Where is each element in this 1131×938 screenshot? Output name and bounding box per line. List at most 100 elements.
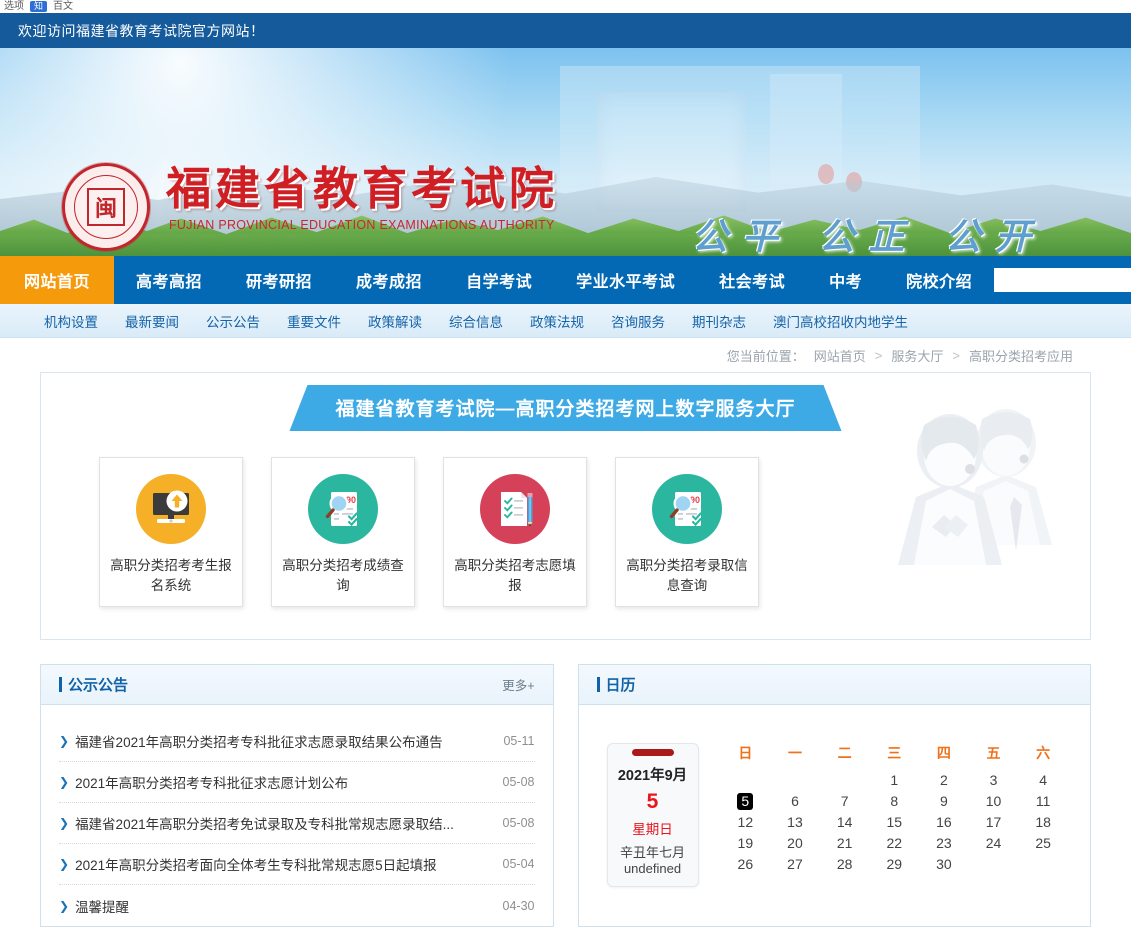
official-seal-icon: 闽 (62, 163, 150, 251)
calendar-weekday-name: 星期日 (612, 818, 694, 838)
calendar-day-cell[interactable]: 8 (869, 791, 919, 812)
list-item[interactable]: ❯ 2021年高职分类招考面向全体考生专科批常规志愿5日起填报 05-04 (59, 844, 535, 885)
nav-item-shehui[interactable]: 社会考试 (697, 256, 807, 304)
calendar-day-cell[interactable]: 5 (721, 791, 771, 812)
calendar-day-cell[interactable]: 11 (1018, 791, 1068, 812)
subnav-item-gonggao[interactable]: 公示公告 (206, 311, 260, 331)
list-item[interactable]: ❯ 温馨提醒 04-30 (59, 885, 535, 926)
nav-item-xueye[interactable]: 学业水平考试 (554, 256, 697, 304)
calendar-day-cell[interactable]: 26 (721, 854, 771, 875)
score-search-icon: 90 (652, 474, 722, 544)
nav-item-gaokao[interactable]: 高考高招 (114, 256, 224, 304)
list-item[interactable]: ❯ 2021年高职分类招考专科批征求志愿计划公布 05-08 (59, 762, 535, 803)
calendar-day-cell[interactable]: 23 (919, 833, 969, 854)
nav-item-yuanxiao[interactable]: 院校介绍 (884, 256, 994, 304)
subnav-item-jiedu[interactable]: 政策解读 (368, 311, 422, 331)
calendar-day-cell[interactable]: 25 (1018, 833, 1068, 854)
nav-item-zhongkao[interactable]: 中考 (807, 256, 884, 304)
list-item[interactable]: ❯ 福建省2021年高职分类招考专科批征求志愿录取结果公布通告 05-11 (59, 721, 535, 762)
service-card-admission-query[interactable]: 90 高职分类招考录取信息查询 (615, 457, 759, 607)
calendar-day-cell[interactable]: 12 (721, 812, 771, 833)
calendar-weekday-sat: 六 (1018, 743, 1068, 770)
breadcrumb-item-current: 高职分类招考应用 (969, 346, 1073, 365)
calendar-day-cell[interactable]: 18 (1018, 812, 1068, 833)
service-card-score-query[interactable]: 90 高职分类招考成绩查询 (271, 457, 415, 607)
bottom-panels: 公示公告 更多+ ❯ 福建省2021年高职分类招考专科批征求志愿录取结果公布通告… (40, 664, 1091, 927)
calendar-day-cell[interactable]: 24 (969, 833, 1019, 854)
calendar-day-cell[interactable]: 3 (969, 770, 1019, 791)
search-area (994, 256, 1131, 304)
subnav-item-yaowen[interactable]: 最新要闻 (125, 311, 179, 331)
announcement-title: 温馨提醒 (75, 896, 129, 916)
calendar-day-cell[interactable]: 10 (969, 791, 1019, 812)
calendar-weekday-tue: 二 (820, 743, 870, 770)
subnav-item-qikan[interactable]: 期刊杂志 (692, 311, 746, 331)
search-input[interactable] (994, 268, 1131, 292)
announcement-date: 05-08 (491, 775, 535, 789)
subnav-item-fagui[interactable]: 政策法规 (530, 311, 584, 331)
subnav-item-zixun[interactable]: 咨询服务 (611, 311, 665, 331)
subnav-item-zonghe[interactable]: 综合信息 (449, 311, 503, 331)
calendar-day-cell[interactable]: 7 (820, 791, 870, 812)
calendar-day-empty (770, 770, 820, 791)
announcement-title: 2021年高职分类招考面向全体考生专科批常规志愿5日起填报 (75, 854, 437, 874)
nav-item-home[interactable]: 网站首页 (0, 256, 114, 304)
hall-title-wrap: 福建省教育考试院—高职分类招考网上数字服务大厅 (41, 385, 1090, 431)
site-logo[interactable]: 闽 福建省教育考试院 FUJIAN PROVINCIAL EDUCATION E… (62, 163, 558, 251)
calendar-weekday-sun: 日 (721, 743, 771, 770)
site-header-banner: 闽 福建省教育考试院 FUJIAN PROVINCIAL EDUCATION E… (0, 48, 1131, 256)
calendar-day-cell[interactable]: 20 (770, 833, 820, 854)
title-accent-bar (59, 677, 62, 692)
calendar-day-cell[interactable]: 27 (770, 854, 820, 875)
site-title-cn: 福建省教育考试院 (166, 165, 558, 212)
calendar-day-cell[interactable]: 17 (969, 812, 1019, 833)
calendar-weekday-mon: 一 (770, 743, 820, 770)
ime-badge[interactable]: 知 (30, 1, 47, 12)
calendar-day-cell[interactable]: 2 (919, 770, 969, 791)
calendar-grid: 日 一 二 三 四 五 六 12345678910111213141516171… (721, 743, 1091, 887)
announcement-title: 福建省2021年高职分类招考专科批征求志愿录取结果公布通告 (75, 731, 443, 751)
upload-monitor-icon (136, 474, 206, 544)
nav-item-chengkao[interactable]: 成考成招 (334, 256, 444, 304)
calendar-week-row: 12131415161718 (721, 812, 1069, 833)
breadcrumb-item-hall[interactable]: 服务大厅 (891, 346, 943, 365)
calendar-day-cell[interactable]: 19 (721, 833, 771, 854)
calendar-day-cell[interactable]: 1 (869, 770, 919, 791)
title-accent-bar (597, 677, 600, 692)
calendar-day-cell[interactable]: 22 (869, 833, 919, 854)
announcement-title: 福建省2021年高职分类招考免试录取及专科批常规志愿录取结... (75, 813, 454, 833)
nav-item-zixue[interactable]: 自学考试 (444, 256, 554, 304)
announcements-panel: 公示公告 更多+ ❯ 福建省2021年高职分类招考专科批征求志愿录取结果公布通告… (40, 664, 554, 927)
calendar-day-cell[interactable]: 28 (820, 854, 870, 875)
service-card-volunteer-fill[interactable]: 高职分类招考志愿填报 (443, 457, 587, 607)
browser-menu-label[interactable]: 选项 (4, 1, 24, 13)
calendar-day-cell[interactable]: 16 (919, 812, 969, 833)
calendar-today-card: 2021年9月 5 星期日 辛丑年七月 undefined (607, 743, 699, 887)
announcements-more-link[interactable]: 更多+ (502, 675, 534, 694)
calendar-day-cell[interactable]: 30 (919, 854, 969, 875)
calendar-day-cell[interactable]: 21 (820, 833, 870, 854)
chevron-right-icon: ❯ (59, 775, 69, 789)
breadcrumb-item-home[interactable]: 网站首页 (814, 346, 866, 365)
service-card-registration[interactable]: 高职分类招考考生报名系统 (99, 457, 243, 607)
calendar-weekday-row: 日 一 二 三 四 五 六 (721, 743, 1069, 770)
calendar-day-cell[interactable]: 4 (1018, 770, 1068, 791)
ime-mode-label[interactable]: 百文 (53, 1, 73, 13)
list-item[interactable]: ❯ 福建省2021年高职分类招考免试录取及专科批常规志愿录取结... 05-08 (59, 803, 535, 844)
chevron-right-icon: ❯ (59, 857, 69, 871)
calendar-day-cell[interactable]: 6 (770, 791, 820, 812)
calendar-day-cell[interactable]: 14 (820, 812, 870, 833)
nav-item-yankao[interactable]: 研考研招 (224, 256, 334, 304)
calendar-day-cell[interactable]: 13 (770, 812, 820, 833)
calendar-day-cell[interactable]: 15 (869, 812, 919, 833)
calendar-panel: 日历 2021年9月 5 星期日 辛丑年七月 undefined 日 一 二 (578, 664, 1092, 927)
calendar-day-cell[interactable]: 29 (869, 854, 919, 875)
calendar-today-highlight: 5 (737, 793, 753, 810)
subnav-item-aomen[interactable]: 澳门高校招收内地学生 (773, 311, 908, 331)
calendar-week-row: 2627282930 (721, 854, 1069, 875)
calendar-weekday-fri: 五 (969, 743, 1019, 770)
calendar-day-cell[interactable]: 9 (919, 791, 969, 812)
service-card-label: 高职分类招考录取信息查询 (616, 556, 758, 597)
subnav-item-wenjian[interactable]: 重要文件 (287, 311, 341, 331)
subnav-item-jigou[interactable]: 机构设置 (44, 311, 98, 331)
